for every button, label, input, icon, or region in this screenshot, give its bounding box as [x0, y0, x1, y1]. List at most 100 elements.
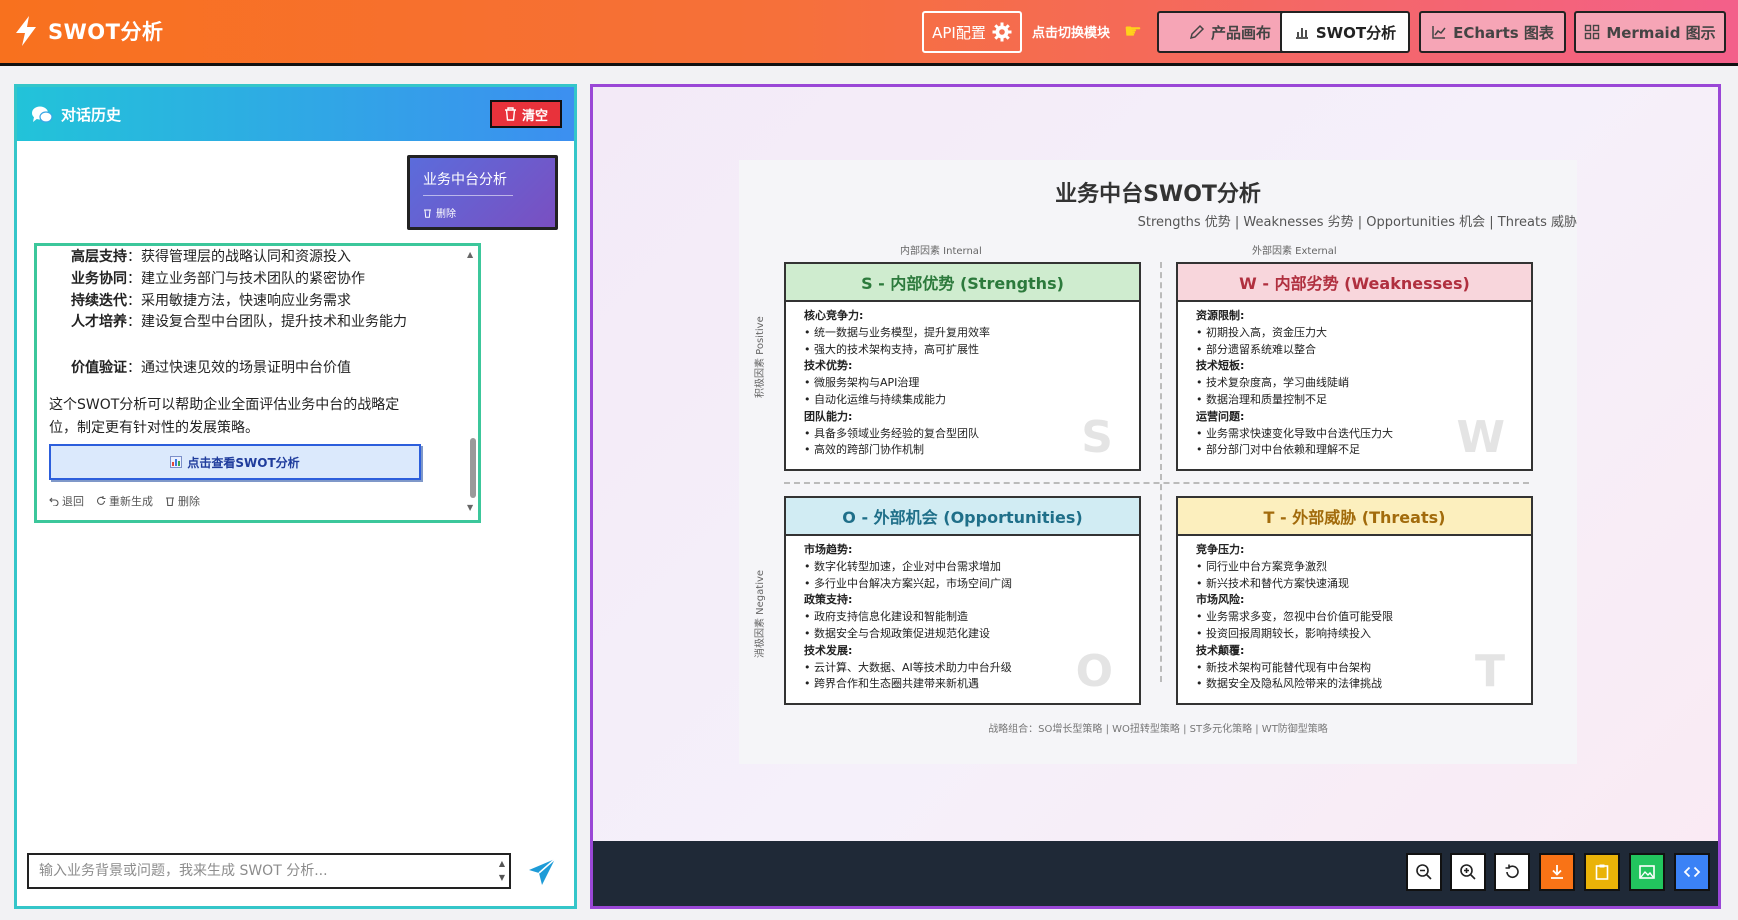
- message-actions: 退回 重新生成 删除: [49, 493, 200, 509]
- download-button[interactable]: [1539, 853, 1575, 891]
- delete-label: 删除: [178, 495, 200, 508]
- list-item: • 业务需求多变，忽视中台价值可能受限: [1196, 610, 1393, 624]
- user-message-text: 业务中台分析: [423, 172, 507, 188]
- category-label: 市场风险:: [1196, 593, 1245, 607]
- input-resize-icon[interactable]: ▲ ▼: [499, 857, 505, 885]
- list-item: • 数字化转型加速，企业对中台需求增加: [804, 559, 1001, 573]
- download-icon: [1551, 865, 1563, 879]
- divider: [423, 195, 513, 196]
- chat-input[interactable]: [29, 855, 489, 887]
- threats-quadrant: T - 外部威胁 (Threats) 竞争压力: • 同行业中台方案竞争激烈 •…: [1176, 496, 1533, 705]
- copy-button[interactable]: [1584, 853, 1620, 891]
- delete-action[interactable]: 删除: [165, 493, 200, 509]
- bar-chart-icon: [1295, 28, 1308, 39]
- trash-icon: [166, 497, 174, 506]
- ai-point: 价值验证：通过快速见效的场景证明中台价值: [71, 360, 351, 376]
- refresh-icon: [96, 496, 106, 505]
- trash-icon: [504, 107, 516, 121]
- category-label: 资源限制:: [1196, 309, 1245, 322]
- zoom-out-button[interactable]: [1406, 853, 1442, 891]
- export-image-button[interactable]: [1629, 853, 1665, 891]
- brand: SWOT分析: [14, 16, 163, 46]
- tab-label: ECharts 图表: [1453, 23, 1554, 42]
- tab-echarts[interactable]: ECharts 图表: [1419, 11, 1566, 53]
- axis-internal-label: 内部因素 Internal: [900, 246, 982, 257]
- message-scrollbar[interactable]: ▲ ▼: [467, 248, 478, 518]
- ai-point: 持续迭代：采用敏捷方法，快速响应业务需求: [71, 293, 351, 309]
- axis-external-label: 外部因素 External: [1252, 246, 1337, 257]
- opportunities-quadrant: O - 外部机会 (Opportunities) 市场趋势: • 数字化转型加速…: [784, 496, 1141, 705]
- gear-icon: [992, 22, 1012, 42]
- chat-title-text: 对话历史: [61, 106, 122, 124]
- reset-view-button[interactable]: [1494, 853, 1530, 891]
- undo-label: 退回: [62, 495, 84, 508]
- swot-title: 业务中台SWOT分析: [1055, 182, 1261, 207]
- category-label: 技术优势:: [804, 359, 853, 373]
- list-item: • 统一数据与业务模型，提升复用效率: [804, 325, 990, 339]
- category-label: 竞争压力:: [1196, 543, 1245, 556]
- diagram-icon: [1585, 24, 1600, 40]
- tab-mermaid[interactable]: Mermaid 图示: [1574, 11, 1726, 53]
- user-message-delete[interactable]: 删除: [423, 205, 456, 220]
- vertical-divider: [1160, 262, 1162, 682]
- axis-negative-label: 消极因素 Negative: [755, 569, 766, 658]
- undo-icon: [49, 497, 59, 506]
- quadrant-watermark: T: [1474, 646, 1505, 697]
- chat-header: 对话历史 清空: [17, 87, 574, 141]
- strategy-note: 战略组合：SO增长型策略 | WO扭转型策略 | ST多元化策略 | WT防御型…: [988, 724, 1328, 735]
- weaknesses-quadrant: W - 内部劣势 (Weaknesses) 资源限制: • 初期投入高，资金压力…: [1176, 262, 1533, 471]
- list-item: • 政府支持信息化建设和智能制造: [804, 610, 968, 624]
- ai-point: 业务协同：建立业务部门与技术团队的紧密协作: [71, 271, 365, 287]
- view-swot-button[interactable]: 点击查看SWOT分析: [49, 444, 421, 480]
- view-code-button[interactable]: [1674, 853, 1710, 891]
- image-icon: [1639, 865, 1655, 879]
- tab-swot[interactable]: SWOT分析: [1280, 11, 1410, 53]
- scroll-up-icon[interactable]: ▲: [467, 250, 473, 259]
- list-item: • 新兴技术和替代方案快速涌现: [1196, 576, 1349, 590]
- pen-icon: [1189, 24, 1205, 40]
- strengths-quadrant: S - 内部优势 (Strengths) 核心竞争力: • 统一数据与业务模型，…: [784, 262, 1141, 471]
- axis-positive-label: 积极因素 Positive: [755, 316, 766, 398]
- ai-point: 高层支持：获得管理层的战略认同和资源投入: [71, 249, 351, 265]
- scroll-down-icon[interactable]: ▼: [467, 503, 473, 512]
- weaknesses-header: W - 内部劣势 (Weaknesses): [1178, 264, 1531, 302]
- clear-label: 清空: [521, 108, 548, 124]
- lightning-icon: [16, 16, 36, 46]
- chat-bubbles-icon: [32, 106, 53, 123]
- list-item: • 多行业中台解决方案兴起，市场空间广阔: [804, 576, 1012, 590]
- api-config-button[interactable]: API配置: [922, 11, 1022, 53]
- list-item: • 投资回报周期较长，影响持续投入: [1196, 626, 1371, 640]
- reset-icon: [1505, 864, 1519, 878]
- user-message: 业务中台分析 删除: [407, 155, 558, 230]
- list-item: • 微服务架构与API治理: [804, 376, 920, 390]
- clipboard-icon: [1595, 864, 1609, 880]
- category-label: 市场趋势:: [804, 543, 853, 556]
- quadrant-watermark: W: [1456, 412, 1505, 463]
- list-item: • 数据治理和质量控制不足: [1196, 392, 1327, 406]
- quadrant-watermark: S: [1081, 412, 1113, 463]
- category-label: 核心竞争力:: [804, 309, 864, 322]
- horizontal-divider: [784, 482, 1529, 484]
- zoom-in-icon: [1460, 864, 1476, 880]
- ai-message: 高层支持：获得管理层的战略认同和资源投入 业务协同：建立业务部门与技术团队的紧密…: [34, 243, 481, 523]
- category-label: 技术短板:: [1196, 359, 1245, 373]
- list-item: • 同行业中台方案竞争激烈: [1196, 559, 1327, 573]
- zoom-in-button[interactable]: [1450, 853, 1486, 891]
- undo-action[interactable]: 退回: [49, 493, 84, 509]
- ai-summary: 这个SWOT分析可以帮助企业全面评估业务中台的战略定位，制定更有针对性的发展策略…: [49, 397, 400, 436]
- switch-module-label: 点击切换模块: [1032, 26, 1111, 41]
- delete-label: 删除: [436, 209, 456, 220]
- strengths-header: S - 内部优势 (Strengths): [786, 264, 1139, 302]
- send-icon[interactable]: [527, 857, 557, 887]
- tab-label: SWOT分析: [1315, 23, 1397, 42]
- category-label: 政策支持:: [804, 593, 853, 607]
- clear-history-button[interactable]: 清空: [490, 100, 562, 128]
- regenerate-label: 重新生成: [109, 495, 153, 508]
- view-swot-label: 点击查看SWOT分析: [187, 455, 300, 470]
- api-config-label: API配置: [932, 23, 986, 42]
- scroll-thumb[interactable]: [470, 438, 476, 498]
- list-item: • 自动化运维与持续集成能力: [804, 392, 946, 406]
- chat-title: 对话历史: [31, 104, 121, 125]
- regenerate-action[interactable]: 重新生成: [96, 493, 153, 509]
- opportunities-header: O - 外部机会 (Opportunities): [786, 498, 1139, 536]
